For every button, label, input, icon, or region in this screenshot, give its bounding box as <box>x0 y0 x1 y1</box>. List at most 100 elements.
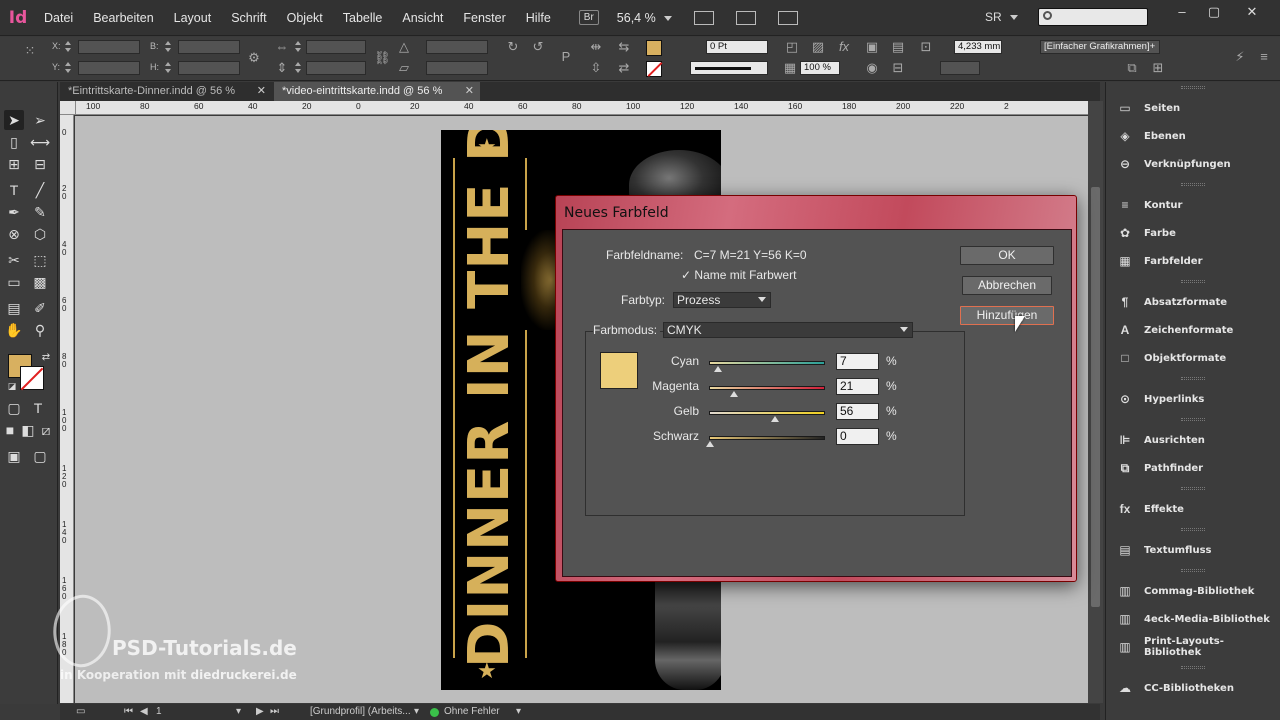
slider-thumb[interactable] <box>714 366 723 372</box>
ok-button[interactable]: OK <box>960 246 1054 265</box>
swap-colors-icon[interactable]: ⇄ <box>36 348 56 368</box>
page-tool-icon[interactable]: ▯ <box>4 132 24 152</box>
fit-frame-icon[interactable]: ▣ <box>864 39 880 55</box>
height-field[interactable] <box>178 61 240 75</box>
panel-item-effekte[interactable]: fx Effekte <box>1106 495 1280 523</box>
cancel-button[interactable]: Abbrechen <box>962 276 1052 295</box>
polygon-tool-icon[interactable]: ⬡ <box>30 224 50 244</box>
scale-x-spinner[interactable] <box>294 40 303 54</box>
select-container-icon[interactable]: ⇆ <box>616 39 632 55</box>
rotate-icon[interactable]: △ <box>396 39 412 55</box>
y-spinner[interactable] <box>64 61 73 75</box>
fit-content-icon[interactable]: ▤ <box>890 39 906 55</box>
apply-gradient-icon[interactable]: ◧ <box>18 420 38 440</box>
slider-thumb[interactable] <box>730 391 739 397</box>
center-content-icon[interactable]: ◉ <box>864 60 880 76</box>
dimension-field[interactable]: 4,233 mm <box>954 40 1002 54</box>
select-content-icon[interactable]: ⇄ <box>616 60 632 76</box>
slider-thumb[interactable] <box>770 416 779 422</box>
gradient-feather-tool-icon[interactable]: ▩ <box>30 272 50 292</box>
preview-mode-icon[interactable]: ▢ <box>30 446 50 466</box>
menu-bearbeiten[interactable]: Bearbeiten <box>83 0 163 36</box>
headline-text[interactable]: DINNER IN THE DARK <box>454 130 526 668</box>
panel-item-cc-bibliotheken[interactable]: ☁ CC-Bibliotheken <box>1106 674 1280 702</box>
page-number[interactable]: 1 <box>156 706 162 717</box>
default-colors-icon[interactable]: ◪ <box>2 376 22 396</box>
scissors-tool-icon[interactable]: ✂ <box>4 250 24 270</box>
page-select-arrow[interactable]: ▾ <box>236 706 241 717</box>
normal-view-icon[interactable]: ▣ <box>4 446 24 466</box>
panel-menu-icon[interactable]: ≡ <box>1256 49 1272 65</box>
shear-icon[interactable]: ▱ <box>396 60 412 76</box>
zoom-select[interactable]: 56,4 % <box>617 11 672 25</box>
stroke-type-select[interactable] <box>690 61 768 75</box>
panel-group-grip[interactable] <box>1181 666 1205 669</box>
first-page-button[interactable]: ⏮ <box>124 706 133 717</box>
panel-item-textumfluss[interactable]: ▤ Textumfluss <box>1106 536 1280 564</box>
opacity-field[interactable]: 100 % <box>800 61 840 75</box>
apply-none-icon[interactable]: ⧄ <box>36 420 56 440</box>
close-window-button[interactable]: ✕ <box>1238 4 1266 20</box>
stroke-weight-field[interactable]: 0 Pt <box>706 40 768 54</box>
constrain-proportions-icon[interactable]: ⚙ <box>246 50 262 66</box>
quick-apply-icon[interactable]: ⧉ <box>1124 60 1140 76</box>
panel-item-farbfelder[interactable]: ▦ Farbfelder <box>1106 247 1280 275</box>
rotation-field[interactable] <box>426 40 488 54</box>
horizontal-ruler[interactable]: 100 80 60 40 20 0 20 40 60 80 100 120 140 160 180 200 22… <box>76 101 1088 115</box>
selection-tool-icon[interactable]: ➤ <box>4 110 24 130</box>
formatting-text-icon[interactable]: T <box>28 398 48 418</box>
channel-value-field[interactable]: 0 <box>836 428 879 445</box>
panel-item-kontur[interactable]: ≡ Kontur <box>1106 191 1280 219</box>
scale-y-field[interactable] <box>306 61 366 75</box>
panel-item-print-layouts-bibliothek[interactable]: ▥ Print-Layouts-Bibliothek <box>1106 633 1280 661</box>
rotate-cw-icon[interactable]: ↻ <box>505 39 521 55</box>
fill-frame-icon[interactable]: ⊟ <box>890 60 906 76</box>
slider-thumb[interactable] <box>706 441 714 447</box>
pencil-tool-icon[interactable]: ✎ <box>30 202 50 222</box>
preflight-toggle-icon[interactable]: ▭ <box>76 706 85 717</box>
panel-group-grip[interactable] <box>1181 183 1205 186</box>
name-with-value-checkbox[interactable]: ✓ Name mit Farbwert <box>681 268 796 282</box>
eyedropper-tool-icon[interactable]: ✐ <box>30 298 50 318</box>
pen-tool-icon[interactable]: ✒ <box>4 202 24 222</box>
menu-schrift[interactable]: Schrift <box>221 0 276 36</box>
height-spinner[interactable] <box>164 61 173 75</box>
object-style-select[interactable]: [Einfacher Grafikrahmen]+ <box>1040 40 1160 54</box>
panel-group-grip[interactable] <box>1181 487 1205 490</box>
shadow-icon[interactable]: ▨ <box>810 39 826 55</box>
channel-slider[interactable] <box>709 361 825 372</box>
tab-eintrittskarte-dinner[interactable]: *Eintrittskarte-Dinner.indd @ 56 % ✕ <box>60 82 272 101</box>
tab-video-eintrittskarte[interactable]: *video-eintrittskarte.indd @ 56 % ✕ <box>274 82 480 101</box>
link-icon[interactable]: ⛓ <box>374 50 391 66</box>
shear-field[interactable] <box>426 61 488 75</box>
arrange-documents-icon[interactable] <box>777 10 798 25</box>
free-transform-tool-icon[interactable]: ⬚ <box>30 250 50 270</box>
ruler-origin[interactable] <box>60 101 76 115</box>
panel-item-ausrichten[interactable]: ⊫ Ausrichten <box>1106 426 1280 454</box>
menu-fenster[interactable]: Fenster <box>453 0 515 36</box>
scale-x-icon[interactable]: ⇔ <box>274 39 290 55</box>
panel-group-grip[interactable] <box>1181 528 1205 531</box>
hand-tool-icon[interactable]: ✋ <box>4 320 24 340</box>
panel-item-hyperlinks[interactable]: ⊙ Hyperlinks <box>1106 385 1280 413</box>
x-spinner[interactable] <box>64 40 73 54</box>
frame-fitting-icon[interactable]: ⊡ <box>918 39 934 55</box>
content-collector-icon[interactable]: ⊞ <box>4 154 24 174</box>
vertical-scrollbar[interactable] <box>1088 101 1103 703</box>
screen-mode-icon[interactable] <box>735 10 756 25</box>
bridge-button[interactable]: Br <box>578 10 599 25</box>
channel-value-field[interactable]: 21 <box>836 378 879 395</box>
rotate-ccw-icon[interactable]: ↺ <box>530 39 546 55</box>
content-placer-icon[interactable]: ⊟ <box>30 154 50 174</box>
scale-y-spinner[interactable] <box>294 61 303 75</box>
close-icon[interactable]: ✕ <box>465 82 474 101</box>
status-dropdown[interactable]: ▾ <box>516 706 521 717</box>
scale-x-field[interactable] <box>306 40 366 54</box>
zoom-tool-icon[interactable]: ⚲ <box>30 320 50 340</box>
minimize-button[interactable]: – <box>1168 4 1196 20</box>
panel-item-verknüpfungen[interactable]: ⊖ Verknüpfungen <box>1106 150 1280 178</box>
close-icon[interactable]: ✕ <box>257 82 266 101</box>
menu-layout[interactable]: Layout <box>164 0 222 36</box>
menu-objekt[interactable]: Objekt <box>277 0 333 36</box>
flip-horizontal-icon[interactable]: ⇹ <box>588 39 604 55</box>
